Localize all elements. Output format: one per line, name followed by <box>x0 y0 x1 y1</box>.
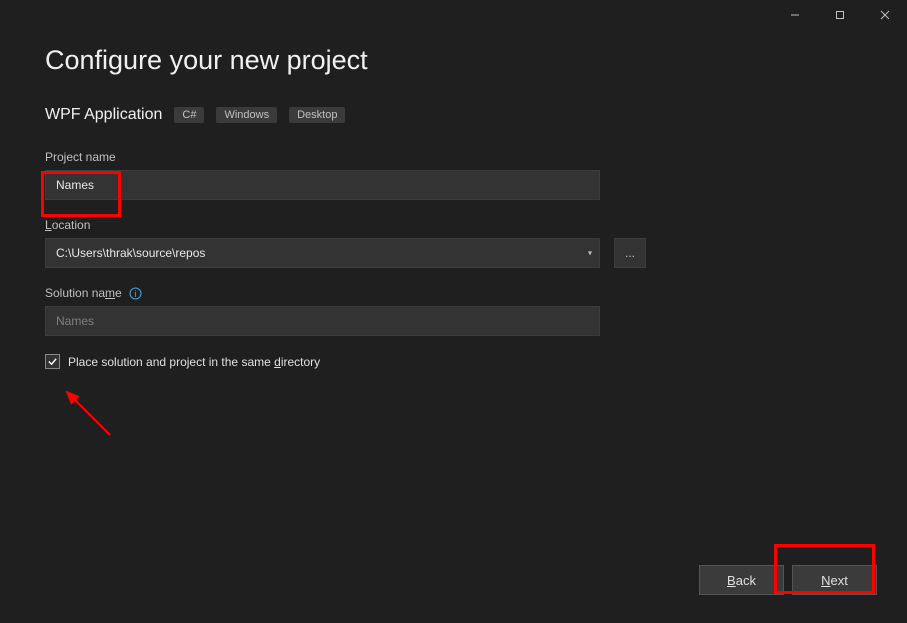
annotation-arrow-icon <box>55 380 125 450</box>
minimize-button[interactable] <box>772 0 817 30</box>
project-name-group: Project name <box>45 150 862 200</box>
solution-name-group: Solution name i <box>45 286 862 336</box>
location-input[interactable] <box>45 238 600 268</box>
page-title: Configure your new project <box>45 45 862 76</box>
browse-button[interactable]: ... <box>614 238 646 268</box>
location-combo[interactable]: ▾ <box>45 238 600 268</box>
footer-buttons: Back Next <box>699 565 877 595</box>
project-name-input[interactable] <box>45 170 600 200</box>
same-directory-row: Place solution and project in the same d… <box>45 354 862 369</box>
solution-name-input[interactable] <box>45 306 600 336</box>
location-label: Location <box>45 218 862 232</box>
location-group: Location ▾ ... <box>45 218 862 268</box>
solution-name-label: Solution name i <box>45 286 862 300</box>
project-name-label: Project name <box>45 150 862 164</box>
window-titlebar <box>0 0 907 30</box>
next-button[interactable]: Next <box>792 565 877 595</box>
back-button[interactable]: Back <box>699 565 784 595</box>
tag-csharp: C# <box>174 107 204 123</box>
svg-text:i: i <box>135 289 137 299</box>
info-icon[interactable]: i <box>129 287 142 300</box>
template-name: WPF Application <box>45 106 162 124</box>
same-directory-checkbox[interactable] <box>45 354 60 369</box>
tag-windows: Windows <box>216 107 277 123</box>
same-directory-label: Place solution and project in the same d… <box>68 355 320 369</box>
tag-desktop: Desktop <box>289 107 345 123</box>
close-button[interactable] <box>862 0 907 30</box>
maximize-button[interactable] <box>817 0 862 30</box>
template-info-row: WPF Application C# Windows Desktop <box>45 106 862 124</box>
